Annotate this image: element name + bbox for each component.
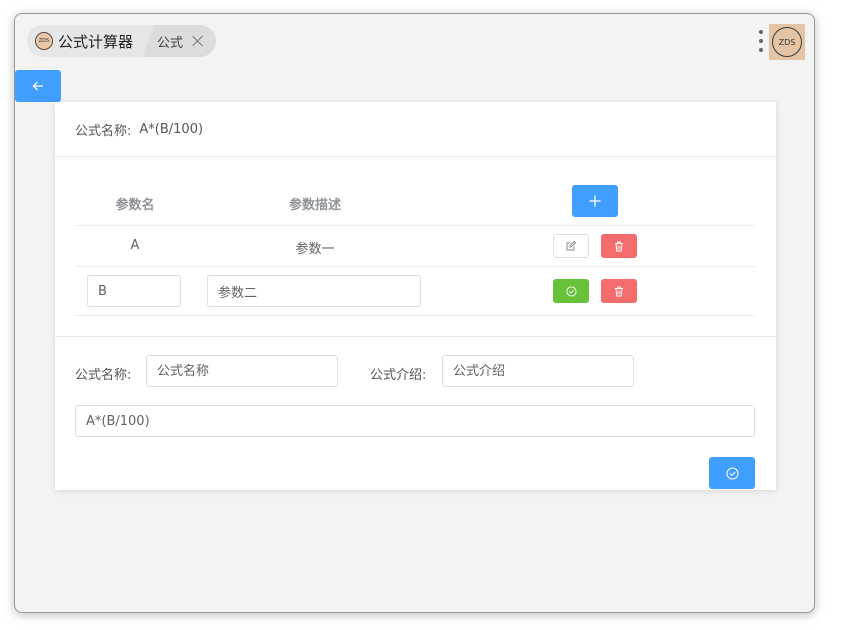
param-description: 参数一 [295, 242, 335, 257]
params-table: 参数名 参数描述 A 参数一 [75, 177, 755, 316]
confirm-param-button[interactable] [553, 279, 589, 303]
arrow-left-icon [32, 81, 43, 91]
card-header: 公式名称: A*(B/100) [55, 102, 776, 157]
divider [55, 336, 776, 337]
name-field-label: 公式名称: [75, 368, 132, 383]
table-row: A 参数一 [75, 226, 755, 267]
table-header-row: 参数名 参数描述 [75, 177, 755, 226]
check-circle-icon [565, 285, 577, 297]
delete-param-button[interactable] [601, 234, 637, 258]
more-menu-icon[interactable] [758, 30, 764, 52]
back-button[interactable] [15, 70, 61, 102]
desc-field-label-wrap: 公式介绍: [370, 355, 426, 383]
edit-param-button[interactable] [553, 234, 589, 258]
check-circle-icon [726, 467, 738, 479]
param-description-input[interactable] [207, 275, 421, 307]
formula-name-input[interactable] [146, 355, 338, 387]
add-param-button[interactable] [572, 185, 618, 217]
tab-label: 公式计算器 [58, 32, 134, 51]
param-name-input[interactable] [87, 275, 181, 307]
formula-card: 公式名称: A*(B/100) 参数名 参数描述 A 参数一 B 参数二 公式名… [55, 102, 776, 490]
trash-icon [615, 241, 623, 251]
formula-description-input[interactable] [442, 355, 634, 387]
app-window: ZDS 公式计算器 公式 ZDS 公式名称: A*(B/100) 参数名 参数描… [14, 13, 815, 613]
tab-label: 公式 [157, 35, 184, 51]
formula-form-row: 公式名称: [75, 355, 131, 383]
column-header-description: 参数描述 [288, 198, 341, 213]
param-name: A [130, 238, 140, 253]
tab-formula[interactable]: 公式 [157, 25, 204, 57]
avatar[interactable]: ZDS [769, 24, 805, 60]
formula-name-label: 公式名称: [75, 123, 132, 139]
trash-icon [615, 286, 623, 296]
formula-expression-input[interactable] [75, 405, 755, 437]
tab-bar: ZDS 公式计算器 公式 [27, 25, 216, 57]
formula-name-value: A*(B/100) [139, 121, 204, 137]
plus-icon [589, 195, 601, 207]
save-formula-button[interactable] [709, 457, 755, 489]
edit-icon [566, 241, 576, 251]
desc-field-label: 公式介绍: [370, 368, 427, 383]
avatar-logo: ZDS [772, 27, 802, 57]
table-row-editing [75, 267, 755, 316]
tab-formula-calculator[interactable]: ZDS 公式计算器 [27, 25, 154, 57]
app-logo-icon: ZDS [35, 32, 53, 50]
column-header-name: 参数名 [115, 198, 155, 213]
close-icon[interactable] [192, 35, 204, 47]
delete-param-button[interactable] [601, 279, 637, 303]
